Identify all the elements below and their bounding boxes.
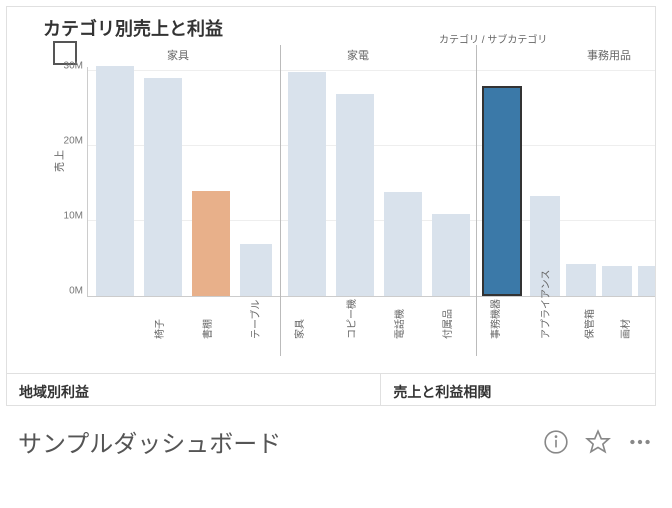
x-label: 画材: [617, 319, 632, 339]
group-header-furniture: 家具: [167, 47, 189, 63]
y-tick: 0M: [69, 286, 83, 297]
bar-phone[interactable]: [336, 94, 374, 296]
x-label: コピー機: [343, 299, 358, 339]
chart-header: 家具 家電 事務用品 カテゴリ / サブカテゴリ: [7, 45, 655, 67]
x-label: テーブル: [247, 300, 262, 339]
group-header-office: 事務用品: [587, 47, 631, 63]
axis-super-label: カテゴリ / サブカテゴリ: [439, 31, 547, 46]
card-footer: サンプルダッシュボード: [0, 412, 672, 471]
map-panel[interactable]: 地域別利益: [7, 374, 380, 406]
more-icon[interactable]: [626, 428, 654, 456]
map-title: 地域別利益: [19, 382, 368, 402]
x-label: 事務機器: [487, 299, 502, 339]
x-label: アプライアンス: [537, 270, 552, 339]
bar-copier[interactable]: [288, 72, 326, 296]
group-header-appliance: 家電: [347, 47, 369, 63]
bar-equipment[interactable]: [432, 214, 470, 296]
bar-accessory[interactable]: [384, 192, 422, 296]
x-label: 家具: [291, 319, 306, 339]
dashboard-name[interactable]: サンプルダッシュボード: [18, 424, 528, 459]
sub-panels-row: 地域別利益 売上と利益相関 200K: [7, 373, 655, 406]
chart-title: カテゴリ別売上と利益: [7, 7, 655, 45]
x-label: 書棚: [199, 319, 214, 339]
chart-body: 売上 0M 10M 20M 30M: [43, 67, 655, 297]
dashboard-card: カテゴリ別売上と利益 家具 家電 事務用品 カテゴリ / サブカテゴリ 売上 0…: [6, 6, 656, 406]
y-tick: 20M: [64, 136, 83, 147]
bar-appliance-selected[interactable]: [482, 86, 522, 296]
y-axis: 売上 0M 10M 20M 30M: [55, 67, 85, 297]
plot-area: [87, 67, 655, 297]
y-tick: 10M: [64, 211, 83, 222]
bar-bookshelf[interactable]: [144, 78, 182, 296]
bar-stationery[interactable]: [602, 266, 632, 296]
y-axis-label: 売上: [51, 148, 66, 172]
grid-line: [88, 70, 655, 71]
y-tick: 30M: [64, 61, 83, 72]
x-label: 付属品: [439, 309, 454, 339]
star-icon[interactable]: [584, 428, 612, 456]
x-label: 電話機: [391, 309, 406, 339]
info-icon[interactable]: [542, 428, 570, 456]
x-label: 文房具: [653, 309, 656, 339]
group-separator: [280, 45, 281, 356]
bar-binder[interactable]: [638, 266, 656, 296]
scatter-title: 売上と利益相関: [393, 382, 643, 402]
x-label: 保管箱: [581, 309, 596, 339]
bar-table[interactable]: [192, 191, 230, 296]
scatter-panel[interactable]: 売上と利益相関 200K: [380, 374, 655, 406]
bar-chair[interactable]: [96, 66, 134, 296]
x-label: 椅子: [151, 319, 166, 339]
bar-art[interactable]: [566, 264, 596, 296]
group-separator: [476, 45, 477, 356]
bar-furniture[interactable]: [240, 244, 272, 296]
